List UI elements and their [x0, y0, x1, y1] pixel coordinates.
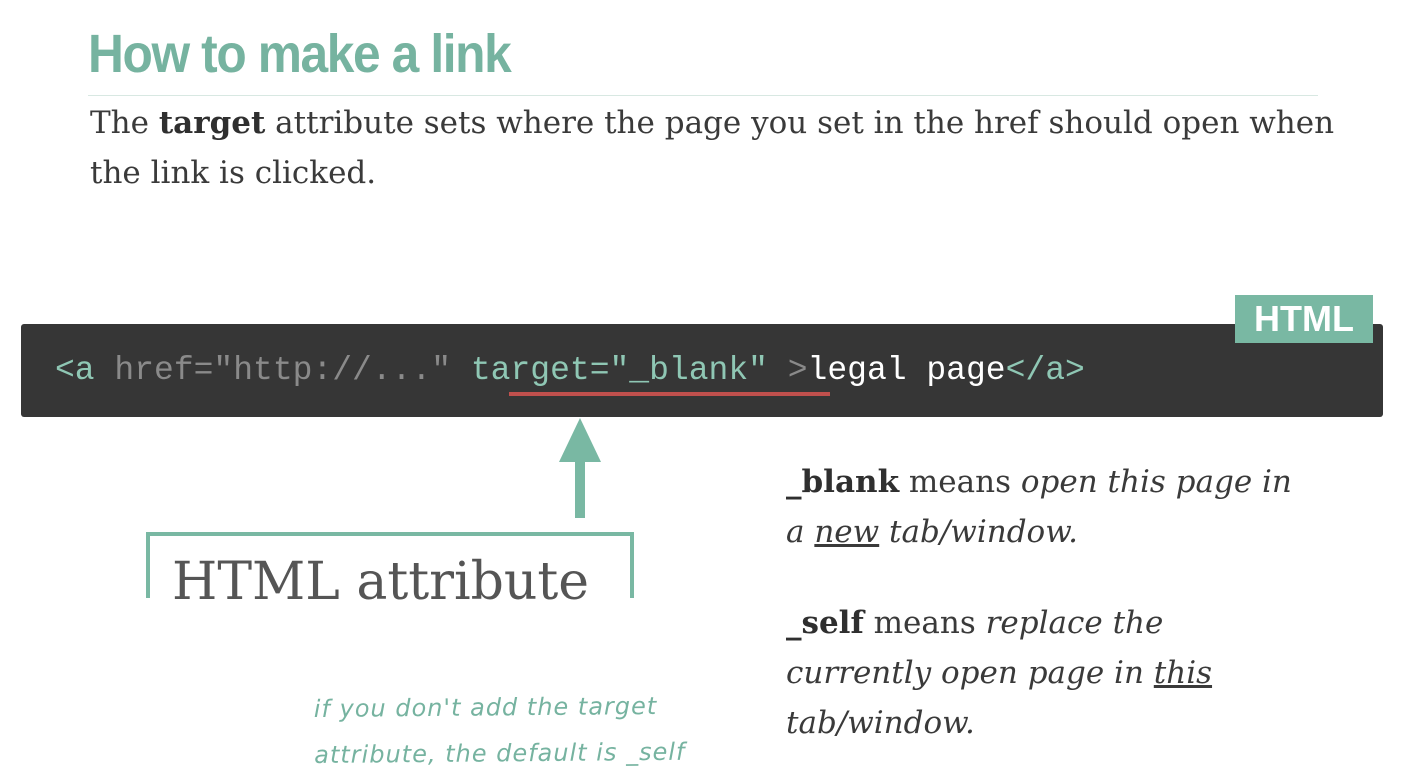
intro-paragraph: The target attribute sets where the page… — [90, 98, 1340, 198]
code-end-tag: </a> — [1005, 352, 1085, 389]
intro-after: attribute sets where the page you set in… — [90, 105, 1335, 191]
code-target-attr: target="_blank" — [470, 352, 768, 389]
code-open-tag: <a — [55, 352, 95, 389]
self-underlined: this — [1153, 655, 1213, 691]
intro-keyword: target — [158, 105, 266, 141]
code-href-attr: href="http://..." — [94, 352, 471, 389]
blank-keyword: _blank — [786, 464, 900, 500]
slide: How to make a link The target attribute … — [0, 0, 1404, 777]
target-underline — [509, 392, 830, 396]
language-badge: HTML — [1235, 295, 1373, 343]
handwritten-note-line-2: attribute, the default is _self — [314, 737, 686, 770]
intro-before: The — [90, 105, 159, 141]
blank-explanation: _blank means open this page in a new tab… — [786, 457, 1306, 557]
self-italic-2: tab/window. — [786, 705, 975, 741]
blank-means: means — [899, 464, 1021, 500]
arrow-up-icon — [559, 418, 601, 518]
self-explanation: _self means replace the currently open p… — [786, 598, 1306, 748]
handwritten-note: if you don't add the target attribute, t… — [314, 682, 775, 777]
self-means: means — [863, 605, 986, 641]
code-line: <a href="http://..." target="_blank" >le… — [55, 349, 1085, 393]
blank-italic-2: tab/window. — [879, 514, 1078, 550]
self-keyword: _self — [786, 605, 864, 641]
attribute-label: HTML attribute — [172, 552, 590, 612]
title-divider — [88, 95, 1318, 96]
slide-title: How to make a link — [88, 24, 512, 84]
code-close-bracket: > — [767, 352, 808, 389]
blank-underlined: new — [814, 514, 880, 550]
code-link-text: legal page — [807, 352, 1006, 389]
handwritten-note-line-1: if you don't add the target — [313, 692, 658, 724]
